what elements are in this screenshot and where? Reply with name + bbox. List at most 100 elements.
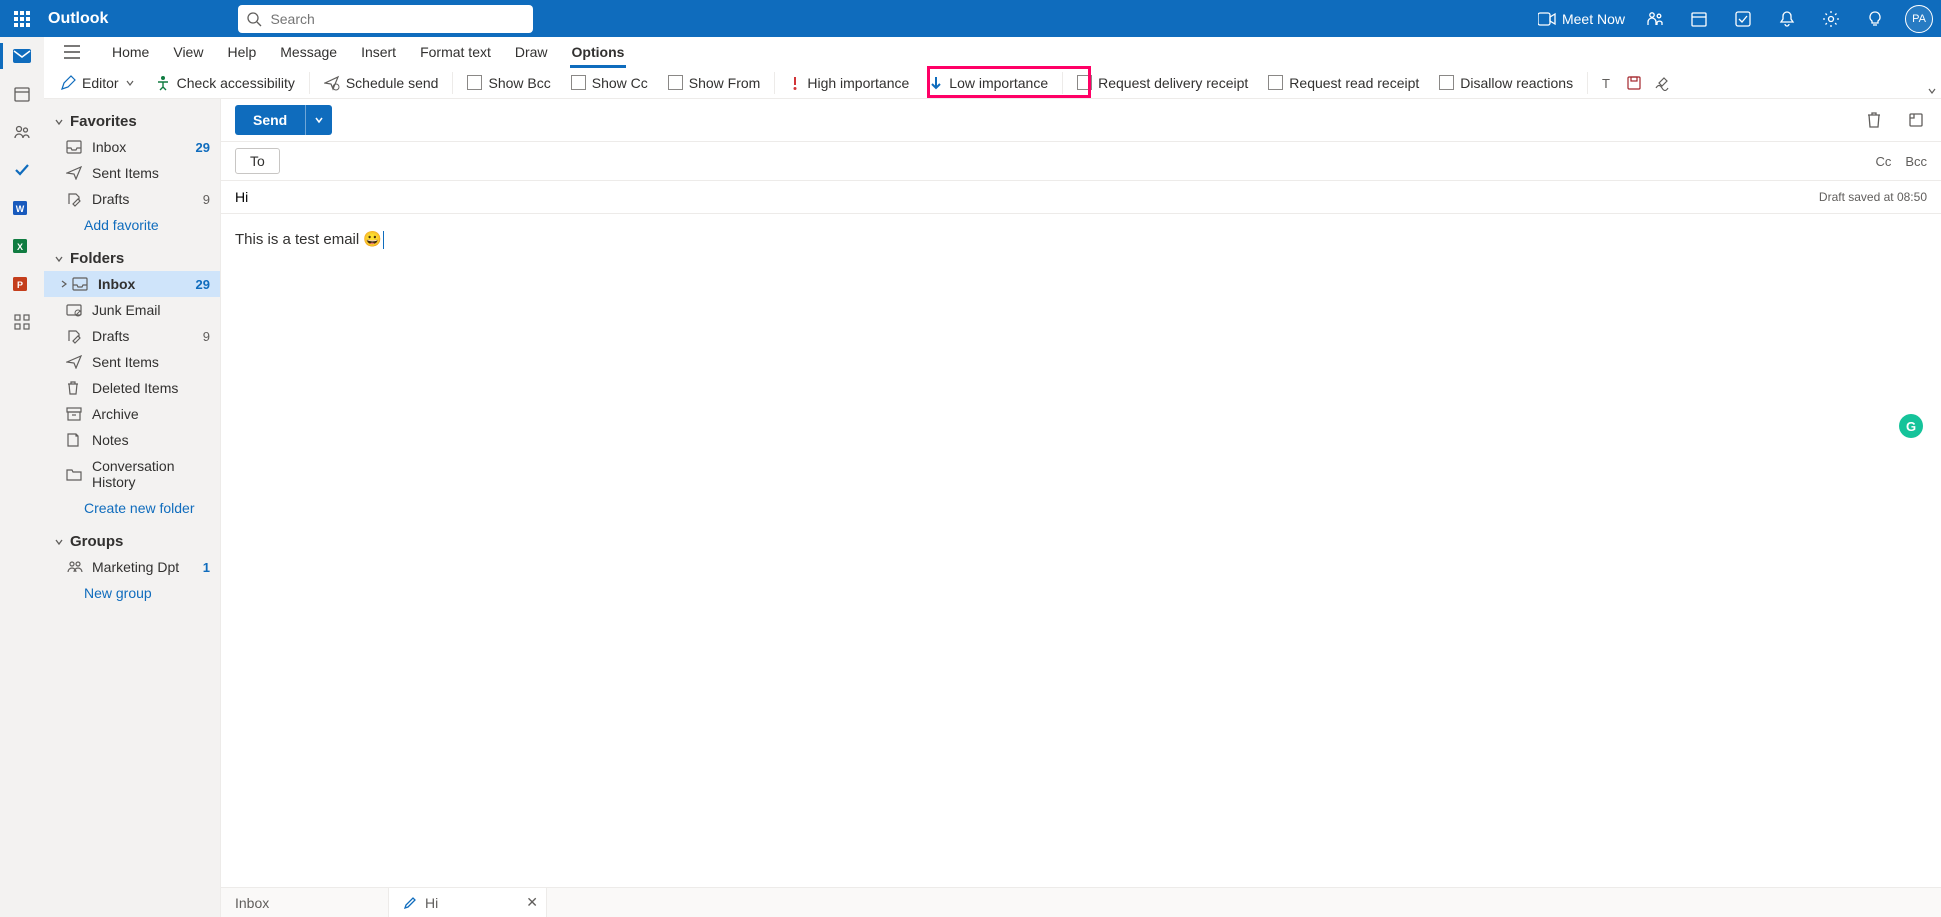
subject-input[interactable]: [235, 189, 1819, 205]
rail-more-apps-icon[interactable]: [0, 303, 44, 341]
tab-message[interactable]: Message: [268, 37, 349, 67]
check-accessibility-button[interactable]: Check accessibility: [145, 70, 305, 96]
tab-format-text[interactable]: Format text: [408, 37, 503, 67]
emoji-icon: 😀: [363, 231, 382, 248]
rail-powerpoint-icon[interactable]: P: [0, 265, 44, 303]
bottom-tab-inbox[interactable]: Inbox: [221, 888, 389, 917]
show-from-checkbox[interactable]: Show From: [658, 70, 771, 96]
svg-text:X: X: [17, 242, 23, 252]
note-icon: [66, 432, 84, 448]
bcc-link[interactable]: Bcc: [1905, 154, 1927, 169]
chevron-down-icon: [54, 117, 66, 127]
add-favorite-link[interactable]: Add favorite: [44, 212, 220, 238]
folder-archive[interactable]: Archive: [44, 401, 220, 427]
to-input[interactable]: [290, 153, 1876, 169]
folder-conversation-history[interactable]: Conversation History: [44, 453, 220, 495]
tab-view[interactable]: View: [161, 37, 215, 67]
schedule-send-button[interactable]: Schedule send: [314, 70, 449, 96]
search-input[interactable]: [270, 11, 525, 27]
teams-icon[interactable]: [1641, 5, 1669, 33]
discard-button[interactable]: [1863, 109, 1885, 131]
meet-now-button[interactable]: Meet Now: [1538, 11, 1625, 27]
rail-people-icon[interactable]: [0, 113, 44, 151]
folder-drafts[interactable]: Drafts 9: [44, 323, 220, 349]
chevron-down-icon: [54, 254, 66, 264]
favorites-drafts[interactable]: Drafts 9: [44, 186, 220, 212]
folders-header[interactable]: Folders: [44, 246, 220, 271]
checkbox-icon: [1268, 75, 1283, 90]
save-template-button[interactable]: [1620, 70, 1648, 96]
search-box[interactable]: [238, 5, 533, 33]
to-button[interactable]: To: [235, 148, 280, 174]
folder-junk[interactable]: Junk Email: [44, 297, 220, 323]
favorites-inbox[interactable]: Inbox 29: [44, 134, 220, 160]
group-marketing[interactable]: Marketing Dpt 1: [44, 554, 220, 580]
email-body[interactable]: This is a test email 😀 G: [221, 214, 1941, 887]
cc-link[interactable]: Cc: [1875, 154, 1891, 169]
checkbox-icon: [668, 75, 683, 90]
request-delivery-receipt-checkbox[interactable]: Request delivery receipt: [1067, 70, 1258, 96]
grammarly-icon[interactable]: G: [1899, 414, 1923, 438]
favorites-header[interactable]: Favorites: [44, 109, 220, 134]
pen-icon: [60, 75, 76, 91]
high-importance-button[interactable]: High importance: [779, 70, 919, 96]
popout-button[interactable]: [1905, 109, 1927, 131]
rail-calendar-icon[interactable]: [0, 75, 44, 113]
close-tab-icon[interactable]: ✕: [526, 894, 538, 911]
rail-todo-icon[interactable]: [0, 151, 44, 189]
chevron-down-icon: [54, 537, 66, 547]
rail-word-icon[interactable]: W: [0, 189, 44, 227]
show-bcc-checkbox[interactable]: Show Bcc: [457, 70, 560, 96]
settings-icon[interactable]: [1817, 5, 1845, 33]
signature-icon: [1654, 75, 1670, 91]
to-row: To Cc Bcc: [221, 141, 1941, 181]
tab-options[interactable]: Options: [560, 37, 637, 67]
content-area: W X P Home View Help Message Insert Form…: [0, 37, 1941, 917]
checkbox-icon: [571, 75, 586, 90]
bottom-tab-draft[interactable]: Hi ✕: [389, 888, 547, 917]
folder-sent[interactable]: Sent Items: [44, 349, 220, 375]
low-importance-button[interactable]: Low importance: [919, 70, 1058, 96]
folder-inbox[interactable]: Inbox 29: [44, 271, 220, 297]
app-launcher-icon[interactable]: [8, 5, 36, 33]
divider: [309, 72, 310, 94]
calendar-icon[interactable]: [1685, 5, 1713, 33]
favorites-sent[interactable]: Sent Items: [44, 160, 220, 186]
send-button[interactable]: Send: [235, 105, 332, 135]
send-icon: [66, 355, 84, 369]
show-cc-checkbox[interactable]: Show Cc: [561, 70, 658, 96]
divider: [774, 72, 775, 94]
disallow-reactions-checkbox[interactable]: Disallow reactions: [1429, 70, 1583, 96]
tab-help[interactable]: Help: [215, 37, 268, 67]
create-folder-link[interactable]: Create new folder: [44, 495, 220, 521]
signature-button[interactable]: [1648, 70, 1676, 96]
left-app-rail: W X P: [0, 37, 44, 917]
nav-toggle-icon[interactable]: [56, 37, 88, 67]
plain-text-button[interactable]: T: [1592, 70, 1620, 96]
account-avatar[interactable]: PA: [1905, 5, 1933, 33]
folder-notes[interactable]: Notes: [44, 427, 220, 453]
tab-insert[interactable]: Insert: [349, 37, 408, 67]
checkbox-icon: [1439, 75, 1454, 90]
new-group-link[interactable]: New group: [44, 580, 220, 606]
rail-mail-icon[interactable]: [0, 37, 44, 75]
compose-pane: Send To Cc Bcc: [221, 99, 1941, 917]
send-dropdown-icon[interactable]: [305, 105, 332, 135]
tips-icon[interactable]: [1861, 5, 1889, 33]
ribbon-commands: Editor Check accessibility Schedule send…: [44, 67, 1941, 99]
tab-draw[interactable]: Draw: [503, 37, 560, 67]
task-icon[interactable]: [1729, 5, 1757, 33]
save-icon: [1626, 75, 1642, 91]
editor-button[interactable]: Editor: [50, 70, 145, 96]
folder-deleted[interactable]: Deleted Items: [44, 375, 220, 401]
tab-home[interactable]: Home: [100, 37, 161, 67]
checkbox-icon: [1077, 75, 1092, 90]
ribbon-expand-icon[interactable]: [1925, 84, 1939, 98]
bell-icon[interactable]: [1773, 5, 1801, 33]
draft-icon: [66, 328, 84, 344]
groups-header[interactable]: Groups: [44, 529, 220, 554]
high-importance-icon: [789, 75, 801, 91]
request-read-receipt-checkbox[interactable]: Request read receipt: [1258, 70, 1429, 96]
rail-excel-icon[interactable]: X: [0, 227, 44, 265]
ribbon-tabs: Home View Help Message Insert Format tex…: [44, 37, 1941, 67]
